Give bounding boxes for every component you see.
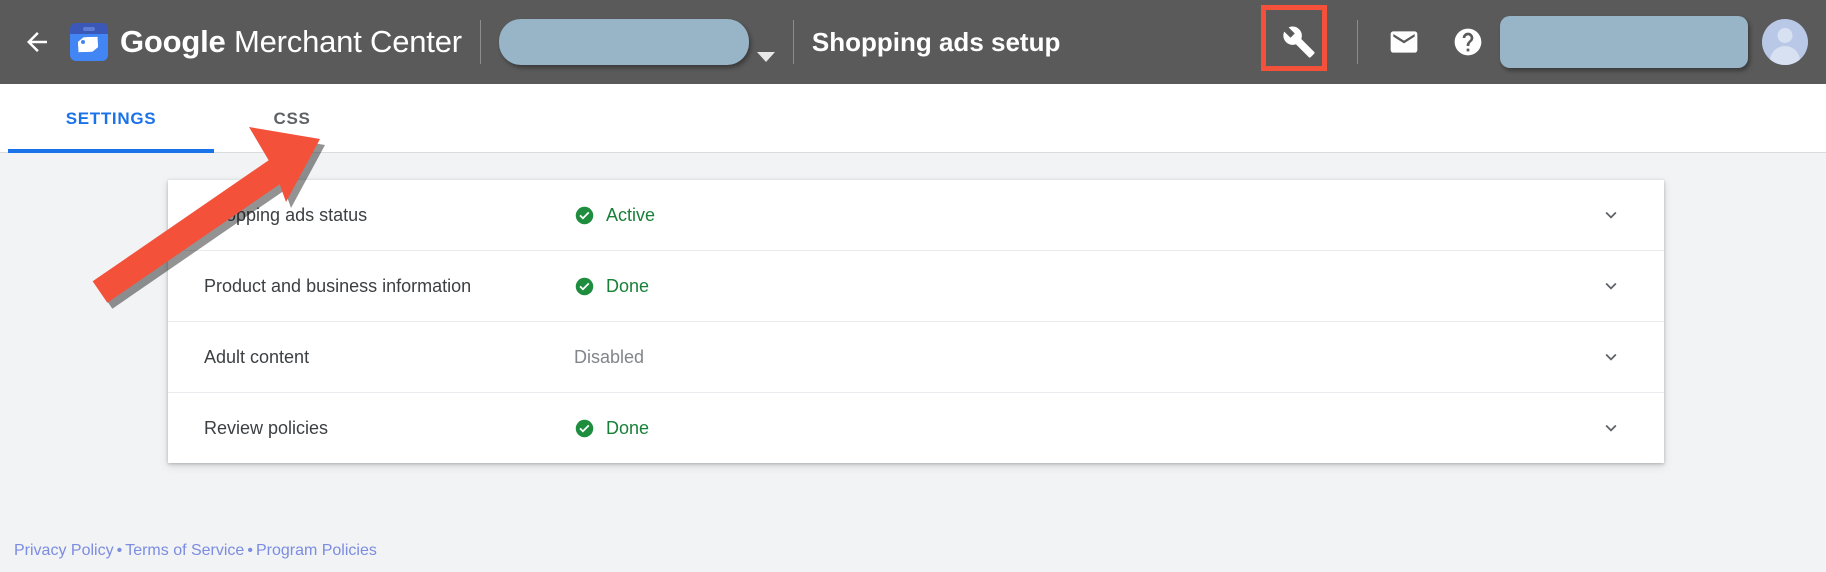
page-title: Shopping ads setup <box>811 26 1061 57</box>
avatar[interactable] <box>1762 19 1808 65</box>
help-button[interactable] <box>1442 16 1494 68</box>
setup-status-card: Shopping ads status Active Product and b… <box>168 180 1664 463</box>
tab-css-label: CSS <box>273 108 311 128</box>
table-row[interactable]: Shopping ads status Active <box>168 180 1664 251</box>
row-label-review-policies: Review policies <box>204 417 329 438</box>
check-circle-icon <box>574 418 595 439</box>
top-app-bar: Google Merchant Center Shopping ads setu… <box>0 0 1826 84</box>
link-privacy-policy[interactable]: Privacy Policy <box>14 542 114 559</box>
caret-down-icon[interactable] <box>756 52 775 62</box>
brand-google-label: Google <box>120 24 226 59</box>
user-chip-redacted[interactable] <box>1500 16 1748 68</box>
arrow-left-icon <box>22 27 52 57</box>
table-row[interactable]: Product and business information Done <box>168 251 1664 322</box>
table-row[interactable]: Adult content Disabled <box>168 322 1664 393</box>
wrench-icon <box>1282 25 1316 59</box>
tools-button[interactable] <box>1273 16 1325 68</box>
check-circle-icon <box>574 276 595 297</box>
brand-product-label: Merchant Center <box>234 24 462 59</box>
chevron-down-icon[interactable] <box>1600 417 1622 439</box>
row-status-label: Disabled <box>574 346 645 367</box>
tab-css[interactable]: CSS <box>222 84 362 153</box>
back-button[interactable] <box>14 19 60 65</box>
link-program-policies[interactable]: Program Policies <box>256 542 377 559</box>
brand-text: Google Merchant Center <box>120 24 462 60</box>
row-label-product-and-business-information: Product and business information <box>204 275 472 296</box>
row-status-product-and-business-information: Done <box>574 276 649 297</box>
row-status-label: Active <box>606 204 656 225</box>
tab-settings-label: SETTINGS <box>65 108 157 128</box>
mail-button[interactable] <box>1378 16 1430 68</box>
table-row[interactable]: Review policies Done <box>168 393 1664 463</box>
brand-logo[interactable]: Google Merchant Center <box>70 23 462 61</box>
chevron-down-icon[interactable] <box>1600 275 1622 297</box>
row-status-label: Done <box>606 275 650 296</box>
help-icon <box>1452 26 1484 58</box>
row-label-adult-content: Adult content <box>204 346 310 367</box>
footer-separator: • <box>247 542 253 559</box>
account-selector-redacted[interactable] <box>498 19 749 65</box>
tab-settings[interactable]: SETTINGS <box>8 84 214 153</box>
app-screen: Google Merchant Center Shopping ads setu… <box>0 0 1826 572</box>
chevron-down-icon[interactable] <box>1600 204 1622 226</box>
avatar-icon <box>1777 28 1793 43</box>
link-terms-of-service[interactable]: Terms of Service <box>125 542 244 559</box>
tools-button-wrapper <box>1261 5 1331 71</box>
footer-links: Privacy Policy • Terms of Service • Program … <box>14 542 377 560</box>
merchant-center-logo-icon <box>70 23 108 61</box>
row-status-shopping-ads-status: Active <box>574 205 655 226</box>
divider <box>792 20 794 64</box>
main-content: Shopping ads status Active Product and b… <box>0 153 1826 572</box>
row-status-review-policies: Done <box>574 418 649 439</box>
tab-bar: SETTINGS CSS <box>0 84 1826 153</box>
row-status-adult-content: Disabled <box>574 347 644 368</box>
chevron-down-icon[interactable] <box>1600 346 1622 368</box>
row-status-label: Done <box>606 417 650 438</box>
footer-separator: • <box>116 542 123 559</box>
divider <box>479 20 481 64</box>
mail-icon <box>1388 26 1420 58</box>
row-label-shopping-ads-status: Shopping ads status <box>204 204 368 225</box>
check-circle-icon <box>574 205 595 226</box>
divider <box>1357 20 1358 64</box>
